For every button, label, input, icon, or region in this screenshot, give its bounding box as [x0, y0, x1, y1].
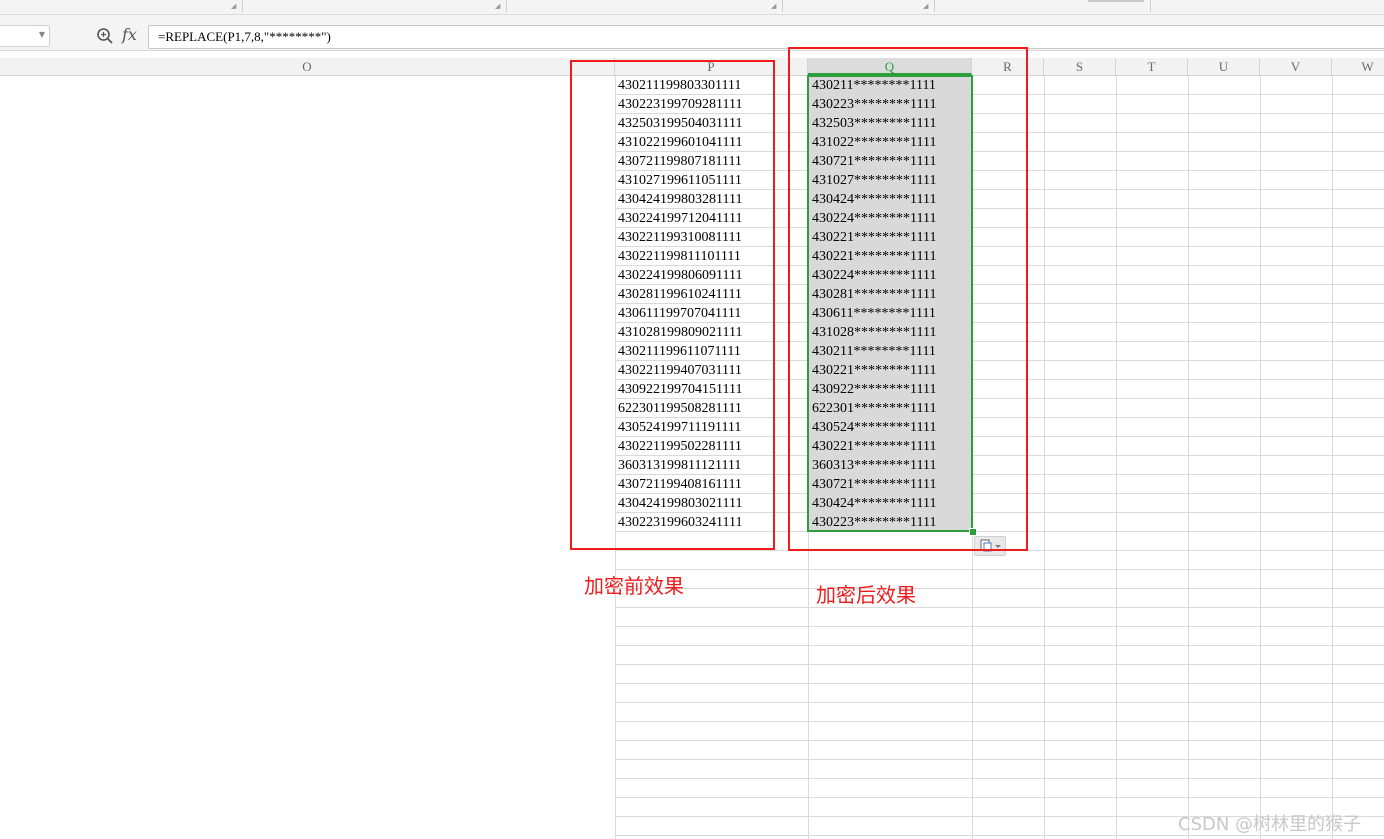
row-gridline: [615, 607, 1384, 608]
before-highlight-box: [570, 60, 775, 550]
row-gridline: [615, 569, 1384, 570]
row-gridline: [615, 626, 1384, 627]
column-gridline: [1260, 76, 1261, 839]
row-gridline: [615, 683, 1384, 684]
row-gridline: [615, 664, 1384, 665]
row-gridline: [615, 645, 1384, 646]
after-highlight-box: [788, 47, 1028, 551]
column-gridline: [1044, 76, 1045, 839]
row-gridline: [615, 778, 1384, 779]
row-gridline: [615, 740, 1384, 741]
column-gridline: [1116, 76, 1117, 839]
after-annotation-label: 加密后效果: [816, 583, 916, 607]
before-annotation-label: 加密前效果: [584, 574, 684, 598]
column-gridline: [1188, 76, 1189, 839]
row-gridline: [615, 721, 1384, 722]
row-gridline: [615, 702, 1384, 703]
watermark: CSDN @树林里的猴子: [1178, 814, 1362, 835]
row-gridline: [615, 797, 1384, 798]
row-gridline: [615, 588, 1384, 589]
row-gridline: [615, 759, 1384, 760]
column-gridline: [1332, 76, 1333, 839]
